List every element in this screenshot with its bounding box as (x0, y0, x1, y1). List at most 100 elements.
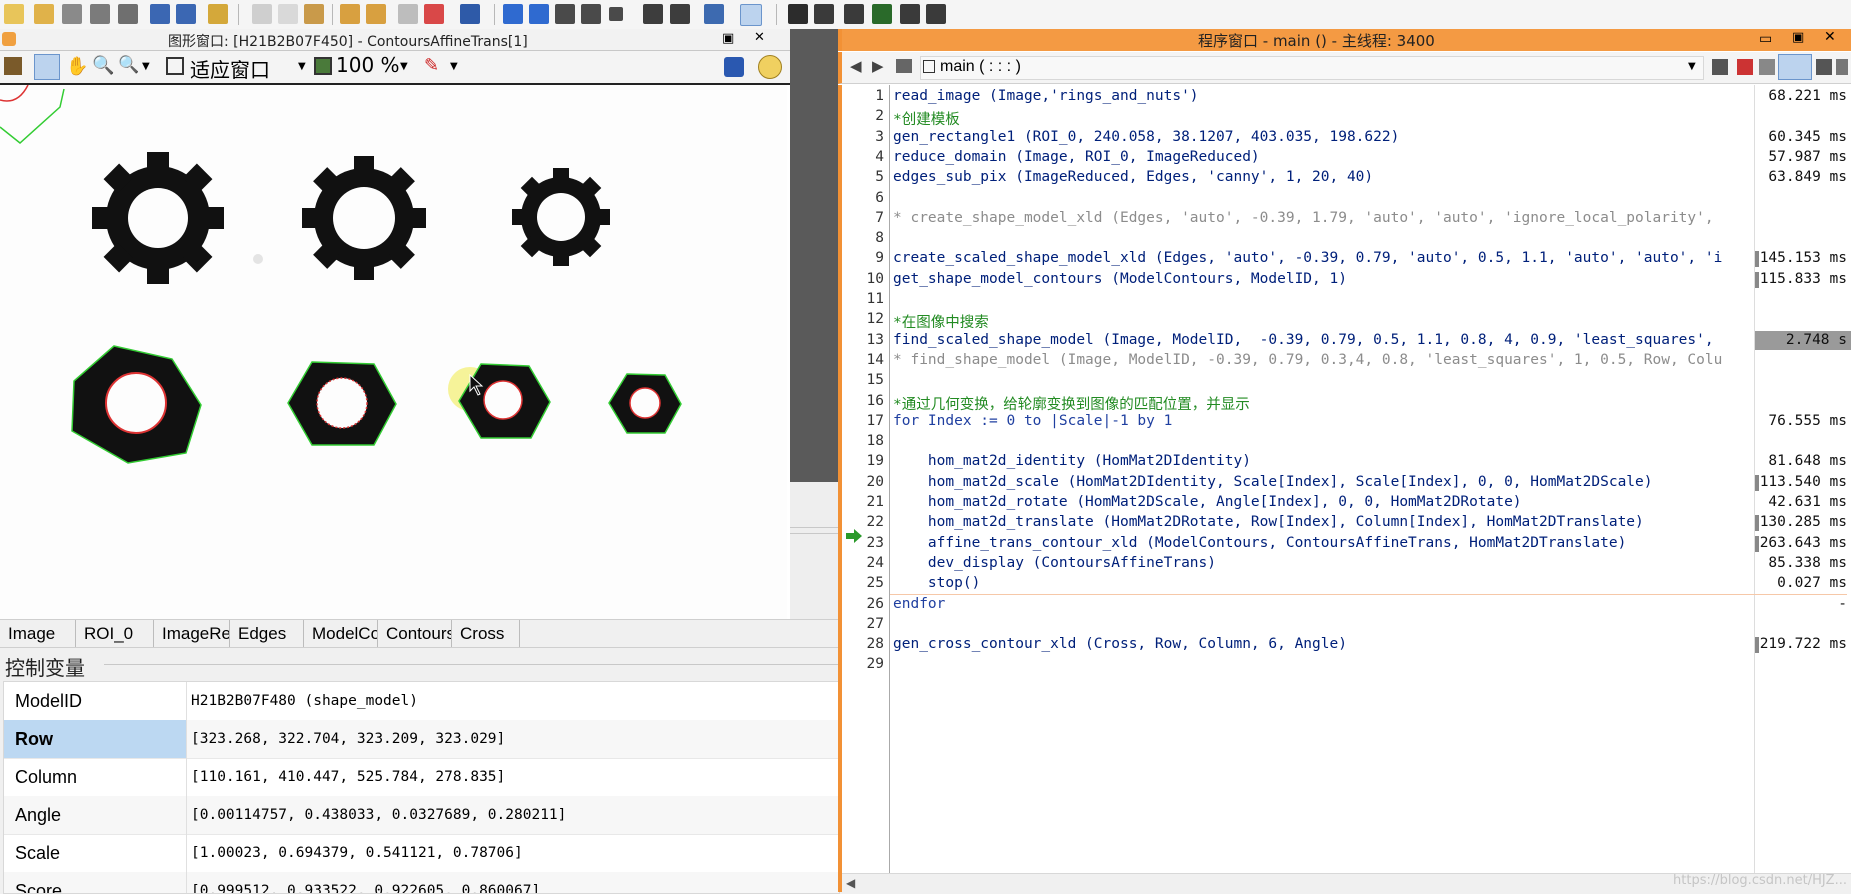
reset-icon[interactable] (704, 4, 724, 24)
back-arrow-icon[interactable]: ◀ (850, 57, 862, 75)
stop-icon[interactable] (609, 7, 623, 21)
save-icon[interactable] (90, 4, 110, 24)
procedure-selector[interactable]: main ( : : : ) ▼ (920, 56, 1704, 80)
code-line[interactable]: *通过几何变换，给轮廓变换到图像的匹配位置，并显示 (893, 393, 1250, 414)
code-line[interactable]: edges_sub_pix (ImageReduced, Edges, 'can… (893, 169, 1373, 185)
table-row[interactable]: Column [110.161, 410.447, 525.784, 278.8… (4, 758, 839, 797)
tab-cross[interactable]: Cross (452, 620, 520, 647)
code-line[interactable]: *创建模板 (893, 108, 960, 129)
ocr-icon[interactable] (926, 4, 946, 24)
code-line[interactable]: create_scaled_shape_model_xld (Edges, 'a… (893, 250, 1722, 266)
redo-icon[interactable] (366, 4, 386, 24)
print-icon[interactable] (118, 4, 138, 24)
paint-icon[interactable]: ✎ (424, 55, 439, 76)
tab-roi-0[interactable]: ROI_0 (76, 620, 154, 647)
line-profile-icon[interactable] (844, 4, 864, 24)
undo-icon[interactable] (340, 4, 360, 24)
feature-inspection-icon[interactable] (900, 4, 920, 24)
step-over-icon[interactable] (176, 4, 196, 24)
pointer-tool-icon[interactable] (34, 54, 60, 80)
zoom-in-icon[interactable]: 🔍 (118, 55, 139, 75)
pan-hand-icon[interactable]: ✋ (66, 56, 88, 77)
code-line[interactable]: gen_cross_contour_xld (Cross, Row, Colum… (893, 636, 1347, 652)
zoom-image-icon[interactable] (788, 4, 808, 24)
table-row[interactable]: Angle [0.00114757, 0.438033, 0.0327689, … (4, 796, 839, 835)
close-icon[interactable]: ✕ (754, 30, 765, 45)
chevron-down-icon[interactable]: ▼ (450, 61, 458, 72)
profiler-icon[interactable] (1778, 54, 1812, 80)
histogram-icon[interactable] (814, 4, 834, 24)
code-line[interactable]: *在图像中搜索 (893, 311, 989, 332)
procedure-edit-icon[interactable] (1712, 59, 1728, 75)
code-line[interactable]: find_scaled_shape_model (Image, ModelID,… (893, 332, 1714, 348)
zoom-percent-value[interactable]: 100 % (336, 53, 400, 77)
tab-edges[interactable]: Edges (230, 620, 304, 647)
close-icon[interactable]: ✕ (1824, 29, 1836, 45)
step-into-icon[interactable] (150, 4, 170, 24)
open-icon[interactable] (34, 4, 54, 24)
program-editor[interactable]: 1 2 3 4 5 6 7 8 9 10 11 12 13 14 15 16 17 18 19 20 21 22 23 24 2… (838, 85, 1851, 893)
line-number: 1 (875, 88, 884, 104)
tab-contours[interactable]: Contours (378, 620, 452, 647)
procedure-new-icon[interactable] (1759, 59, 1775, 75)
chevron-down-icon[interactable]: ▼ (400, 61, 408, 72)
light-bulb-icon[interactable] (758, 55, 782, 79)
pause-icon[interactable] (643, 4, 663, 24)
code-line[interactable]: endfor (893, 596, 945, 612)
code-line[interactable]: get_shape_model_contours (ModelContours,… (893, 271, 1347, 287)
table-row[interactable]: ModelID H21B2B07F480 (shape_model) (4, 682, 839, 721)
tools-icon[interactable] (724, 57, 744, 77)
code-line[interactable]: gen_rectangle1 (ROI_0, 240.058, 38.1207,… (893, 129, 1399, 145)
insert-icon[interactable] (208, 4, 228, 24)
copy-icon[interactable] (278, 4, 298, 24)
find-icon[interactable] (460, 4, 480, 24)
chevron-down-icon[interactable]: ▼ (298, 61, 306, 72)
procedure-list-icon[interactable] (896, 59, 912, 73)
run-icon[interactable] (503, 4, 523, 24)
zoom-icon[interactable]: 🔍 (92, 55, 114, 76)
tab-image[interactable]: Image (0, 620, 76, 647)
step-icon[interactable] (529, 4, 549, 24)
code-line[interactable]: hom_mat2d_rotate (HomMat2DScale, Angle[I… (893, 494, 1522, 510)
new-file-icon[interactable] (4, 4, 24, 24)
cut-icon[interactable] (252, 4, 272, 24)
chevron-down-icon[interactable]: ▼ (142, 61, 150, 72)
delete-line-icon[interactable] (424, 4, 444, 24)
fit-window-icon[interactable] (166, 57, 184, 75)
table-row[interactable]: Scale [1.00023, 0.694379, 0.541121, 0.78… (4, 834, 839, 873)
settings-icon[interactable] (1816, 59, 1832, 75)
step-back-icon[interactable] (555, 4, 575, 24)
image-canvas[interactable] (0, 85, 787, 619)
tab-modelcontours[interactable]: ModelCo (304, 620, 378, 647)
tab-imagereduced[interactable]: ImageRe (154, 620, 230, 647)
edit-icon[interactable] (398, 4, 418, 24)
step-out-icon[interactable] (581, 4, 601, 24)
code-line[interactable]: dev_display (ContoursAffineTrans) (893, 555, 1216, 571)
procedure-delete-icon[interactable] (1737, 59, 1753, 75)
minimize-icon[interactable]: ▭ (1759, 31, 1772, 47)
fit-window-label[interactable]: 适应窗口 (190, 54, 270, 83)
code-line[interactable]: affine_trans_contour_xld (ModelContours,… (893, 535, 1626, 551)
clear-window-icon[interactable] (4, 57, 22, 75)
profile-icon[interactable] (740, 4, 762, 26)
code-line[interactable]: * create_shape_model_xld (Edges, 'auto',… (893, 210, 1714, 226)
code-line[interactable]: hom_mat2d_identity (HomMat2DIdentity) (893, 453, 1251, 469)
program-window-title: 程序窗口 - main () - 主线程: 3400 (1198, 32, 1435, 50)
code-line[interactable]: reduce_domain (Image, ROI_0, ImageReduce… (893, 149, 1260, 165)
float-window-icon[interactable]: ▣ (722, 31, 734, 46)
table-row[interactable]: Score [0.999512, 0.933522, 0.922605, 0.8… (4, 872, 839, 893)
code-line[interactable]: hom_mat2d_translate (HomMat2DRotate, Row… (893, 514, 1644, 530)
paste-icon[interactable] (304, 4, 324, 24)
more-icon[interactable] (1836, 59, 1848, 75)
jump-icon[interactable] (670, 4, 690, 24)
table-row[interactable]: Row [323.268, 322.704, 323.209, 323.029] (4, 720, 839, 759)
open-multi-icon[interactable] (62, 4, 82, 24)
scroll-left-icon[interactable]: ◀ (846, 876, 855, 890)
gray-histogram-icon[interactable] (872, 4, 892, 24)
maximize-icon[interactable]: ▣ (1792, 30, 1804, 45)
forward-arrow-icon[interactable]: ▶ (872, 57, 884, 75)
code-line[interactable]: * find_shape_model (Image, ModelID, -0.3… (893, 352, 1722, 368)
code-line[interactable]: hom_mat2d_scale (HomMat2DIdentity, Scale… (893, 474, 1653, 490)
code-line[interactable]: read_image (Image,'rings_and_nuts') (893, 88, 1199, 104)
code-line[interactable]: for Index := 0 to |Scale|-1 by 1 (893, 413, 1172, 429)
